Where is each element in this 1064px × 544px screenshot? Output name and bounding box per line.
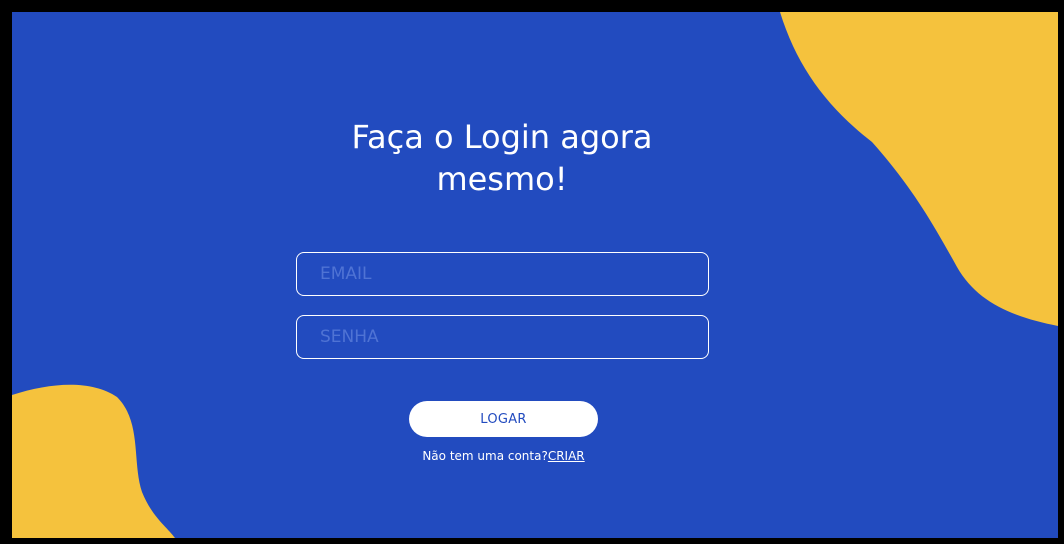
signup-prompt: Não tem uma conta?CRIAR xyxy=(342,448,665,464)
email-input[interactable] xyxy=(296,252,709,296)
page-title: Faça o Login agora mesmo! xyxy=(242,116,762,200)
top-right-blob xyxy=(780,12,1058,326)
bottom-left-blob xyxy=(12,384,175,538)
title-line-1: Faça o Login agora xyxy=(351,118,653,156)
password-input[interactable] xyxy=(296,315,709,359)
title-line-2: mesmo! xyxy=(436,160,568,198)
login-button[interactable]: LOGAR xyxy=(409,401,598,437)
login-screen: Faça o Login agora mesmo! LOGAR Não tem … xyxy=(12,12,1058,538)
no-account-text: Não tem uma conta? xyxy=(422,449,548,463)
create-account-link[interactable]: CRIAR xyxy=(548,449,585,463)
